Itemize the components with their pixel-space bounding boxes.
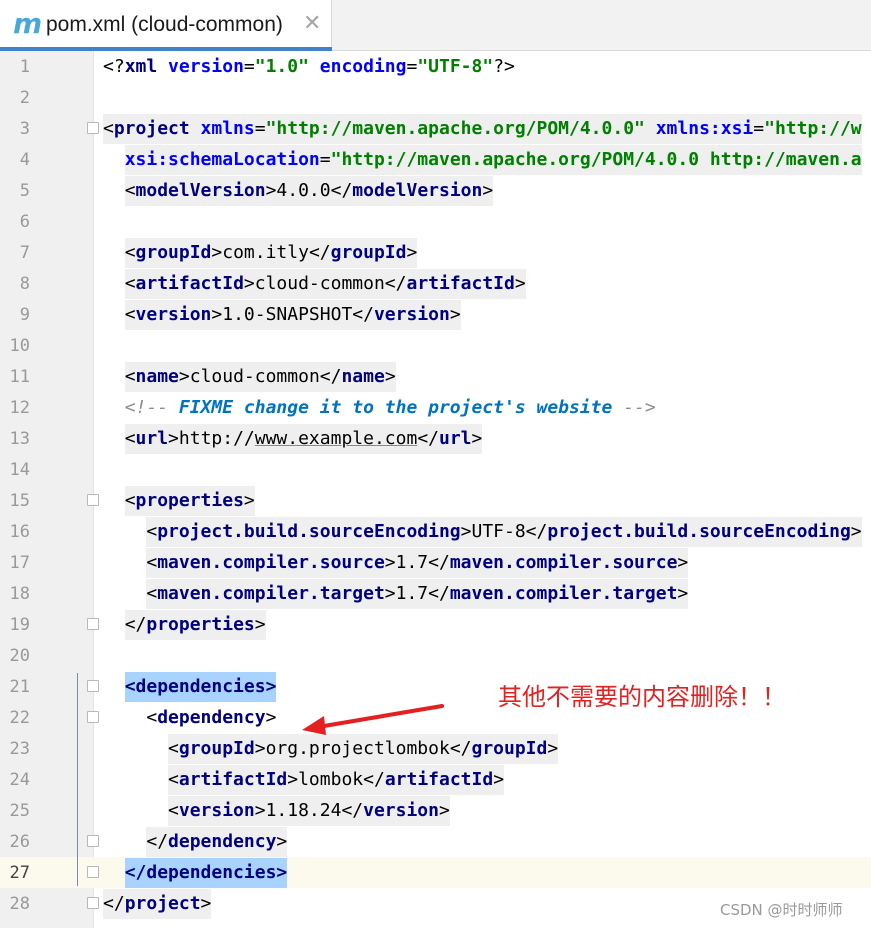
red-arrow-icon xyxy=(302,704,444,735)
watermark: CSDN @时时师师 xyxy=(720,901,843,919)
